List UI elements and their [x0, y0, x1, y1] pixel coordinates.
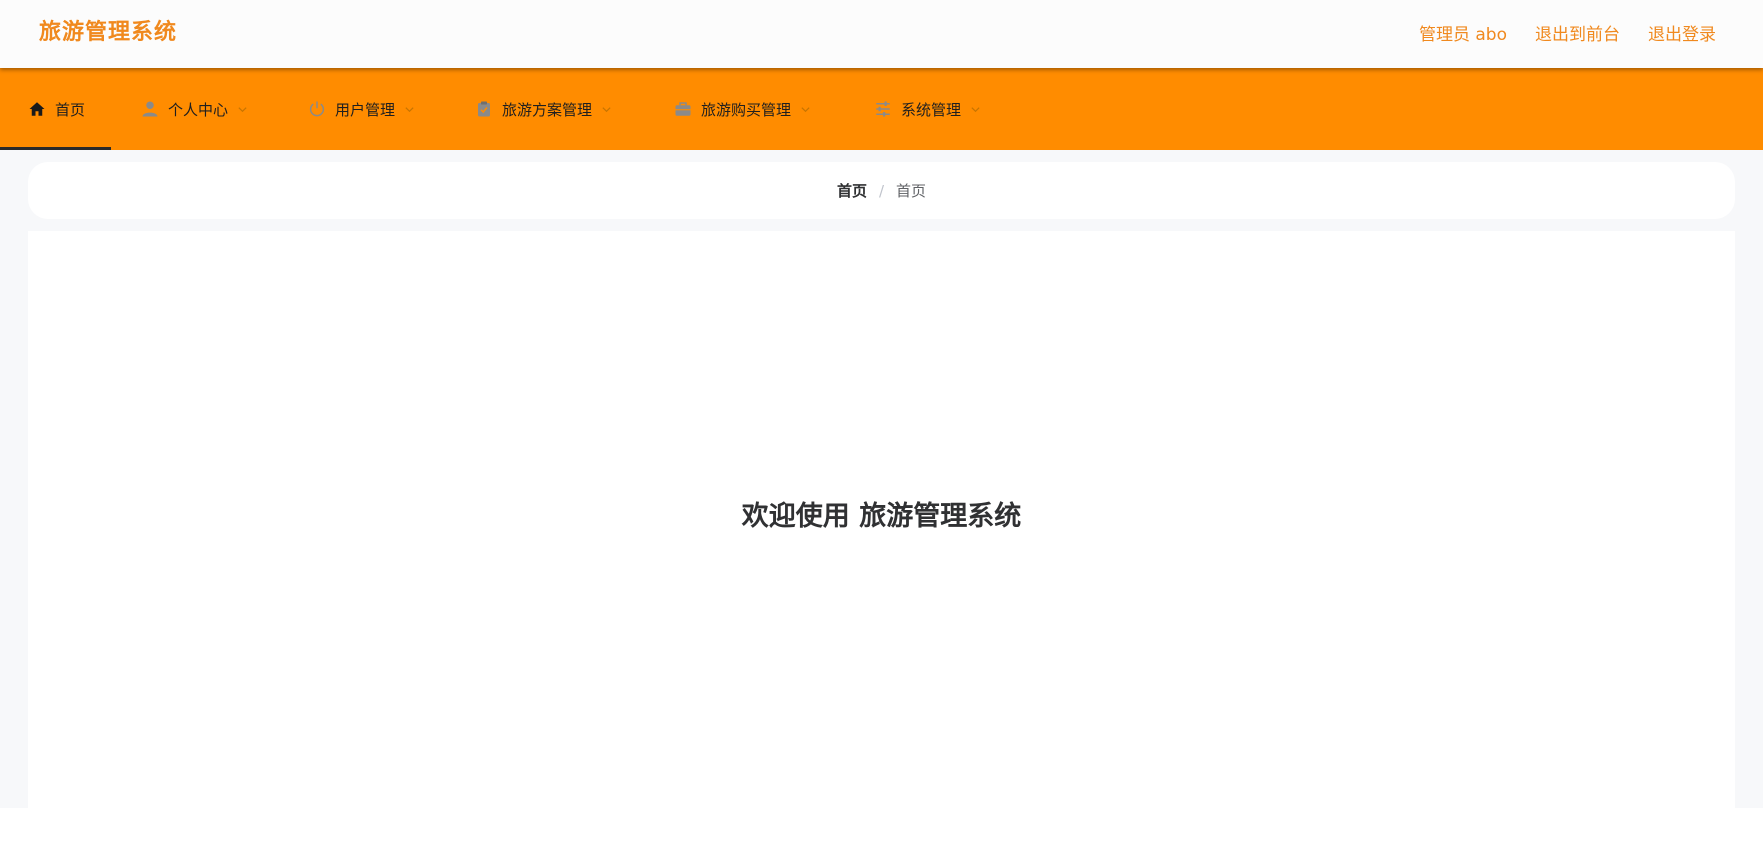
chevron-down-icon — [969, 103, 981, 115]
nav-item-label: 系统管理 — [901, 100, 962, 119]
nav-item-label: 旅游方案管理 — [502, 100, 593, 119]
welcome-message: 欢迎使用 旅游管理系统 — [741, 501, 1022, 532]
clipboard-icon — [474, 99, 494, 119]
user-icon — [140, 99, 160, 119]
top-header: 旅游管理系统 管理员 abo 退出到前台 退出登录 — [0, 0, 1763, 68]
nav-item-label: 首页 — [55, 100, 86, 119]
nav-item-label: 旅游购买管理 — [701, 100, 792, 119]
footer-strip — [0, 808, 1763, 844]
sliders-icon — [873, 99, 893, 119]
nav-item-system-management[interactable]: 系统管理 — [873, 68, 981, 150]
breadcrumb-separator: / — [878, 181, 885, 200]
admin-user-link[interactable]: 管理员 abo — [1419, 20, 1507, 50]
chevron-down-icon — [600, 103, 612, 115]
breadcrumb: 首页 / 首页 — [28, 162, 1735, 219]
exit-to-frontend-link[interactable]: 退出到前台 — [1535, 20, 1620, 50]
nav-bar: 首页 个人中心 用户管理 旅游方案管理 旅游购买管理 系统管理 — [0, 68, 1763, 150]
nav-item-personal-center[interactable]: 个人中心 — [140, 68, 248, 150]
main-panel: 欢迎使用 旅游管理系统 — [28, 231, 1735, 844]
nav-item-label: 个人中心 — [168, 100, 229, 119]
power-icon — [307, 99, 327, 119]
breadcrumb-home-link[interactable]: 首页 — [837, 180, 867, 201]
nav-item-travel-plan-management[interactable]: 旅游方案管理 — [474, 68, 612, 150]
app-title: 旅游管理系统 — [39, 20, 178, 45]
nav-item-user-management[interactable]: 用户管理 — [307, 68, 415, 150]
home-icon — [27, 99, 47, 119]
briefcase-icon — [673, 99, 693, 119]
nav-item-label: 用户管理 — [335, 100, 396, 119]
nav-item-home[interactable]: 首页 — [0, 68, 111, 150]
logout-link[interactable]: 退出登录 — [1648, 20, 1716, 50]
breadcrumb-current: 首页 — [896, 182, 927, 200]
chevron-down-icon — [799, 103, 811, 115]
nav-item-travel-purchase-management[interactable]: 旅游购买管理 — [673, 68, 811, 150]
chevron-down-icon — [403, 103, 415, 115]
header-links: 管理员 abo 退出到前台 退出登录 — [1419, 20, 1716, 50]
chevron-down-icon — [236, 103, 248, 115]
